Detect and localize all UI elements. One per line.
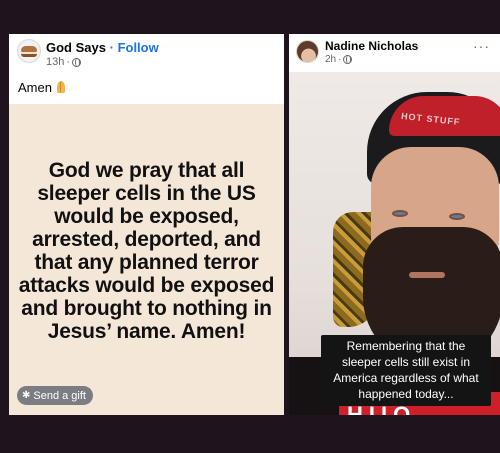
post-time[interactable]: 2h (325, 54, 336, 65)
image-prayer-text: God we pray that all sleeper cells in th… (18, 159, 275, 343)
right-post-card: Nadine Nicholas 2h · ··· HOT STUFF HIIO … (289, 34, 500, 415)
separator-dot: · (109, 40, 114, 55)
page-name-line: God Says · Follow (46, 40, 159, 55)
video-subtitle: Remembering that the sleeper cells still… (321, 335, 491, 406)
caption-text: Amen (18, 80, 52, 95)
post-meta: 2h · (325, 54, 353, 65)
page-avatar[interactable] (17, 39, 41, 63)
post-image[interactable]: God we pray that all sleeper cells in th… (9, 104, 284, 415)
gift-star-icon: ✱ (22, 389, 31, 401)
author-name[interactable]: Nadine Nicholas (325, 39, 418, 53)
page-name[interactable]: God Says (46, 40, 106, 55)
left-post-header: God Says · Follow 13h · (9, 34, 284, 72)
send-gift-button[interactable]: ✱ Send a gift (17, 386, 93, 405)
globe-icon (343, 55, 353, 64)
globe-icon (72, 57, 82, 67)
post-meta: 13h · (46, 56, 82, 68)
folded-hands-icon (54, 80, 68, 94)
eye-right (449, 213, 465, 220)
more-options-icon[interactable]: ··· (473, 38, 490, 54)
video-frame[interactable]: HOT STUFF HIIO Remembering that the slee… (289, 72, 500, 415)
left-post-card: God Says · Follow 13h · Amen God we pray… (9, 34, 284, 415)
send-gift-label: Send a gift (33, 389, 86, 402)
post-caption: Amen (18, 80, 68, 95)
right-post-header: Nadine Nicholas 2h · ··· (289, 34, 500, 72)
eye-left (392, 210, 408, 217)
author-avatar[interactable] (296, 40, 319, 63)
follow-button[interactable]: Follow (118, 40, 159, 55)
video-subtitle-text: Remembering that the sleeper cells still… (333, 339, 479, 401)
post-time[interactable]: 13h (46, 56, 64, 68)
